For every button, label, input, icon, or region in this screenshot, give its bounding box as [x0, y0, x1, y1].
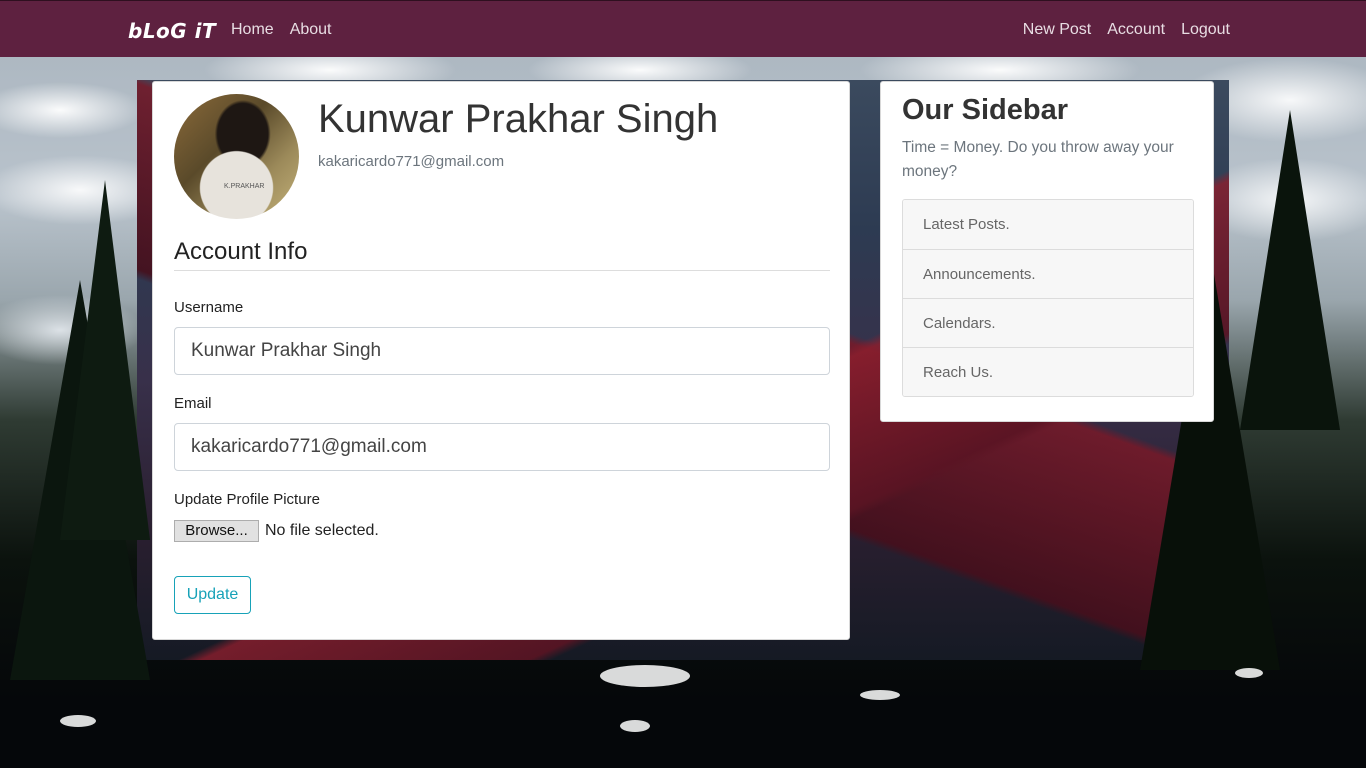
sidebar-card: Our Sidebar Time = Money. Do you throw a…: [880, 81, 1214, 422]
snow-patch: [60, 715, 96, 727]
snow-patch: [860, 690, 900, 700]
profile-name: Kunwar Prakhar Singh: [318, 97, 719, 141]
sidebar-description: Time = Money. Do you throw away your mon…: [902, 139, 1174, 180]
nav-home-link[interactable]: Home: [231, 21, 274, 39]
email-input[interactable]: [174, 423, 830, 471]
snow-patch: [620, 720, 650, 732]
snow-patch: [600, 665, 690, 687]
profile-email: kakaricardo771@gmail.com: [318, 153, 505, 170]
snow-patch: [1235, 668, 1263, 678]
sidebar-item-calendars[interactable]: Calendars.: [903, 298, 1193, 347]
nav-about-link[interactable]: About: [290, 21, 332, 39]
top-navbar: bLoG iT Home About New Post Account Logo…: [0, 0, 1366, 57]
profile-avatar: K.PRAKHAR: [174, 94, 299, 219]
username-input[interactable]: [174, 327, 830, 375]
username-label: Username: [174, 299, 244, 316]
file-status-text: No file selected.: [265, 522, 379, 539]
profile-picture-label: Update Profile Picture: [174, 491, 320, 508]
sidebar-item-announcements[interactable]: Announcements.: [903, 249, 1193, 298]
nav-right-group: New Post Account Logout: [1007, 21, 1230, 39]
sidebar-list: Latest Posts. Announcements. Calendars. …: [902, 199, 1194, 397]
nav-logout-link[interactable]: Logout: [1181, 21, 1230, 39]
nav-left-group: Home About: [231, 21, 348, 39]
browse-file-button[interactable]: Browse...: [174, 520, 259, 542]
nav-new-post-link[interactable]: New Post: [1023, 21, 1091, 39]
pine-tree-left-2: [60, 180, 150, 540]
account-card: K.PRAKHAR Kunwar Prakhar Singh kakaricar…: [152, 81, 850, 640]
account-info-heading: Account Info: [174, 238, 830, 271]
sidebar-item-latest-posts[interactable]: Latest Posts.: [903, 200, 1193, 249]
nav-account-link[interactable]: Account: [1107, 21, 1165, 39]
email-label: Email: [174, 395, 212, 412]
brand-logo[interactable]: bLoG iT: [128, 19, 216, 43]
sidebar-title: Our Sidebar: [902, 94, 1068, 126]
update-button[interactable]: Update: [174, 576, 251, 614]
sidebar-item-reach-us[interactable]: Reach Us.: [903, 347, 1193, 396]
avatar-shirt-text: K.PRAKHAR: [224, 183, 265, 190]
